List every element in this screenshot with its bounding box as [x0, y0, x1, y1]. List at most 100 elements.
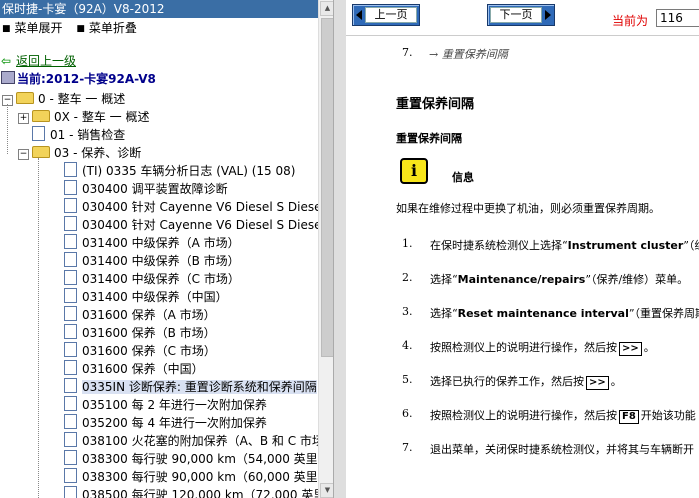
document-icon: [64, 468, 77, 483]
tree-item-label: 031600 保养（中国）: [82, 362, 204, 376]
tree-item[interactable]: 038300 每行驶 90,000 km（54,000 英里）或: [64, 450, 333, 468]
tree-guide: [38, 158, 39, 498]
step-text-pre: 选择“: [430, 273, 458, 286]
step-text: 选择“Reset maintenance interval”（重置保养周期）: [430, 305, 699, 321]
step-text-post: ”（保养/维修）菜单。: [585, 273, 689, 286]
tree-item[interactable]: (TI) 0335 车辆分析日志 (VAL) (15 08): [64, 162, 295, 180]
tree-item[interactable]: 0335IN 诊断保养: 重置诊断系统和保养间隔: [64, 378, 317, 396]
next-page-button[interactable]: 下一页: [487, 4, 555, 26]
step-text-post: 。: [643, 341, 655, 354]
tree-item[interactable]: 030400 调平装置故障诊断: [64, 180, 228, 198]
tree-item-label: 03 - 保养、诊断: [54, 146, 142, 160]
document-icon: [64, 396, 77, 411]
step-text-bold: Instrument cluster: [567, 239, 684, 252]
tree-item[interactable]: 038300 每行驶 90,000 km（60,000 英里）或: [64, 468, 333, 486]
tree-item[interactable]: 031600 保养（C 市场）: [64, 342, 216, 360]
tree-item[interactable]: 031600 保养（中国）: [64, 360, 204, 378]
expand-icon[interactable]: +: [18, 113, 29, 124]
section-title: 重置保养间隔: [396, 97, 475, 112]
tree-item[interactable]: 031600 保养（A 市场）: [64, 306, 216, 324]
document-icon: [64, 414, 77, 429]
tree-item-label: 030400 调平装置故障诊断: [82, 182, 228, 196]
menu-collapse-icon: ■: [76, 24, 85, 34]
menu-collapse-label: 菜单折叠: [88, 21, 137, 35]
tree-item-label: 0335IN 诊断保养: 重置诊断系统和保养间隔: [82, 380, 317, 394]
step-number: 4.: [402, 339, 413, 352]
tree-item-label: 031400 中级保养（B 市场）: [82, 254, 240, 268]
step-text-bold: Maintenance/repairs: [457, 273, 586, 286]
page-number-input[interactable]: [656, 9, 699, 27]
tree-item[interactable]: 031400 中级保养（C 市场）: [64, 270, 240, 288]
tree-item[interactable]: +0X - 整车 一 概述: [18, 108, 149, 126]
next-page-label: 下一页: [490, 7, 542, 23]
tree-item[interactable]: 030400 针对 Cayenne V6 Diesel S Diesel S: [64, 216, 333, 234]
scroll-up-icon[interactable]: ▲: [320, 1, 333, 16]
tree-item[interactable]: 035200 每 4 年进行一次附加保养: [64, 414, 267, 432]
document-icon: [64, 162, 77, 177]
arrow-left-icon: [356, 10, 362, 20]
pane-splitter[interactable]: [333, 0, 347, 498]
folder-icon: [32, 110, 50, 122]
document-icon: [32, 126, 45, 141]
collapse-icon[interactable]: −: [18, 149, 29, 160]
arrow-right-icon: [545, 10, 551, 20]
tree-scrollbar[interactable]: ▲ ▼: [318, 0, 333, 498]
current-page-label: 当前为: [612, 14, 649, 28]
tree-item[interactable]: 031400 中级保养（A 市场）: [64, 234, 240, 252]
step-number: 2.: [402, 271, 413, 284]
key-button-label: F8: [619, 410, 639, 424]
tree-item[interactable]: 038100 火花塞的附加保养（A、B 和 C 市场）: [64, 432, 333, 450]
tree-item-label: 038300 每行驶 90,000 km（60,000 英里）或: [82, 470, 333, 484]
tree-item-label: 031400 中级保养（A 市场）: [82, 236, 240, 250]
info-icon: i: [400, 158, 428, 184]
tree-item-label: 031600 保养（B 市场）: [82, 326, 216, 340]
tree-guide: [7, 104, 8, 154]
tree-item-label: (TI) 0335 车辆分析日志 (VAL) (15 08): [82, 164, 296, 178]
tree-item[interactable]: 031400 中级保养（中国）: [64, 288, 228, 306]
document-icon: [64, 270, 77, 285]
tree-item[interactable]: 035100 每 2 年进行一次附加保养: [64, 396, 267, 414]
current-location: 当前:2012-卡宴92A-V8: [1, 71, 156, 87]
prev-page-button[interactable]: 上一页: [352, 4, 420, 26]
tree-item[interactable]: 030400 针对 Cayenne V6 Diesel S Diesel S: [64, 198, 333, 216]
tree-menubar: ■ 菜单展开 ■ 菜单折叠: [0, 19, 145, 37]
scroll-thumb[interactable]: [321, 18, 333, 357]
step-text-pre: 按照检测仪上的说明进行操作，然后按: [430, 341, 617, 354]
key-button-label: >>: [619, 342, 642, 356]
tree-pane: 保时捷-卡宴（92A）V8-2012 ■ 菜单展开 ■ 菜单折叠 ⇦ 返回上一级 当前…: [0, 0, 333, 498]
tree-item[interactable]: 038500 每行驶 120,000 km（72,000 英里）: [64, 486, 333, 498]
tree-item-label: 031600 保养（A 市场）: [82, 308, 216, 322]
tree-item-label: 0X - 整车 一 概述: [54, 110, 150, 124]
step-number: 5.: [402, 373, 413, 386]
menu-expand-button[interactable]: ■ 菜单展开: [0, 19, 63, 38]
tree-item-label: 030400 针对 Cayenne V6 Diesel S Diesel S: [82, 200, 333, 214]
tree-item-label: 038500 每行驶 120,000 km（72,000 英里）: [82, 488, 333, 498]
computer-icon: [1, 71, 15, 84]
document-icon: [64, 378, 77, 393]
document-icon: [64, 216, 77, 231]
tree-item-label: 038100 火花塞的附加保养（A、B 和 C 市场）: [82, 434, 333, 448]
document-icon: [64, 180, 77, 195]
document-body: 7. → 重置保养间隔 重置保养间隔 重置保养间隔 i 信息 如果在维修过程中更…: [346, 36, 699, 498]
step-text: 按照检测仪上的说明进行操作，然后按 F8 开始该功能: [430, 407, 696, 424]
tree-item-label: 030400 针对 Cayenne V6 Diesel S Diesel S: [82, 218, 333, 232]
back-link-label: 返回上一级: [16, 54, 77, 68]
document-icon: [64, 234, 77, 249]
tree-item-label: 035100 每 2 年进行一次附加保养: [82, 398, 267, 412]
tree-item[interactable]: − 03 - 保养、诊断: [18, 144, 141, 162]
tree-item[interactable]: 01 - 销售检查: [32, 126, 125, 144]
back-link[interactable]: ⇦ 返回上一级: [1, 53, 76, 69]
tree-item-label: 031600 保养（C 市场）: [82, 344, 216, 358]
menu-collapse-button[interactable]: ■ 菜单折叠: [74, 19, 137, 38]
tree-item[interactable]: 031600 保养（B 市场）: [64, 324, 216, 342]
document-pane: 上一页 下一页 当前为 7. → 重置保养间隔 重置保养间隔 重置保养间隔 i …: [346, 0, 699, 498]
scroll-down-icon[interactable]: ▼: [320, 483, 333, 498]
page-nav-bar: 上一页 下一页 当前为: [346, 0, 699, 36]
folder-icon: [16, 92, 34, 104]
tree-item[interactable]: 031400 中级保养（B 市场）: [64, 252, 240, 270]
step-text: 退出菜单，关闭保时捷系统检测仪，并将其与车辆断开: [430, 441, 694, 457]
step-text: 选择已执行的保养工作，然后按 >>。: [430, 373, 622, 390]
step-number: 1.: [402, 237, 413, 250]
tree-item[interactable]: −0 - 整车 一 概述: [2, 90, 125, 108]
subsection-title: 重置保养间隔: [396, 132, 462, 145]
